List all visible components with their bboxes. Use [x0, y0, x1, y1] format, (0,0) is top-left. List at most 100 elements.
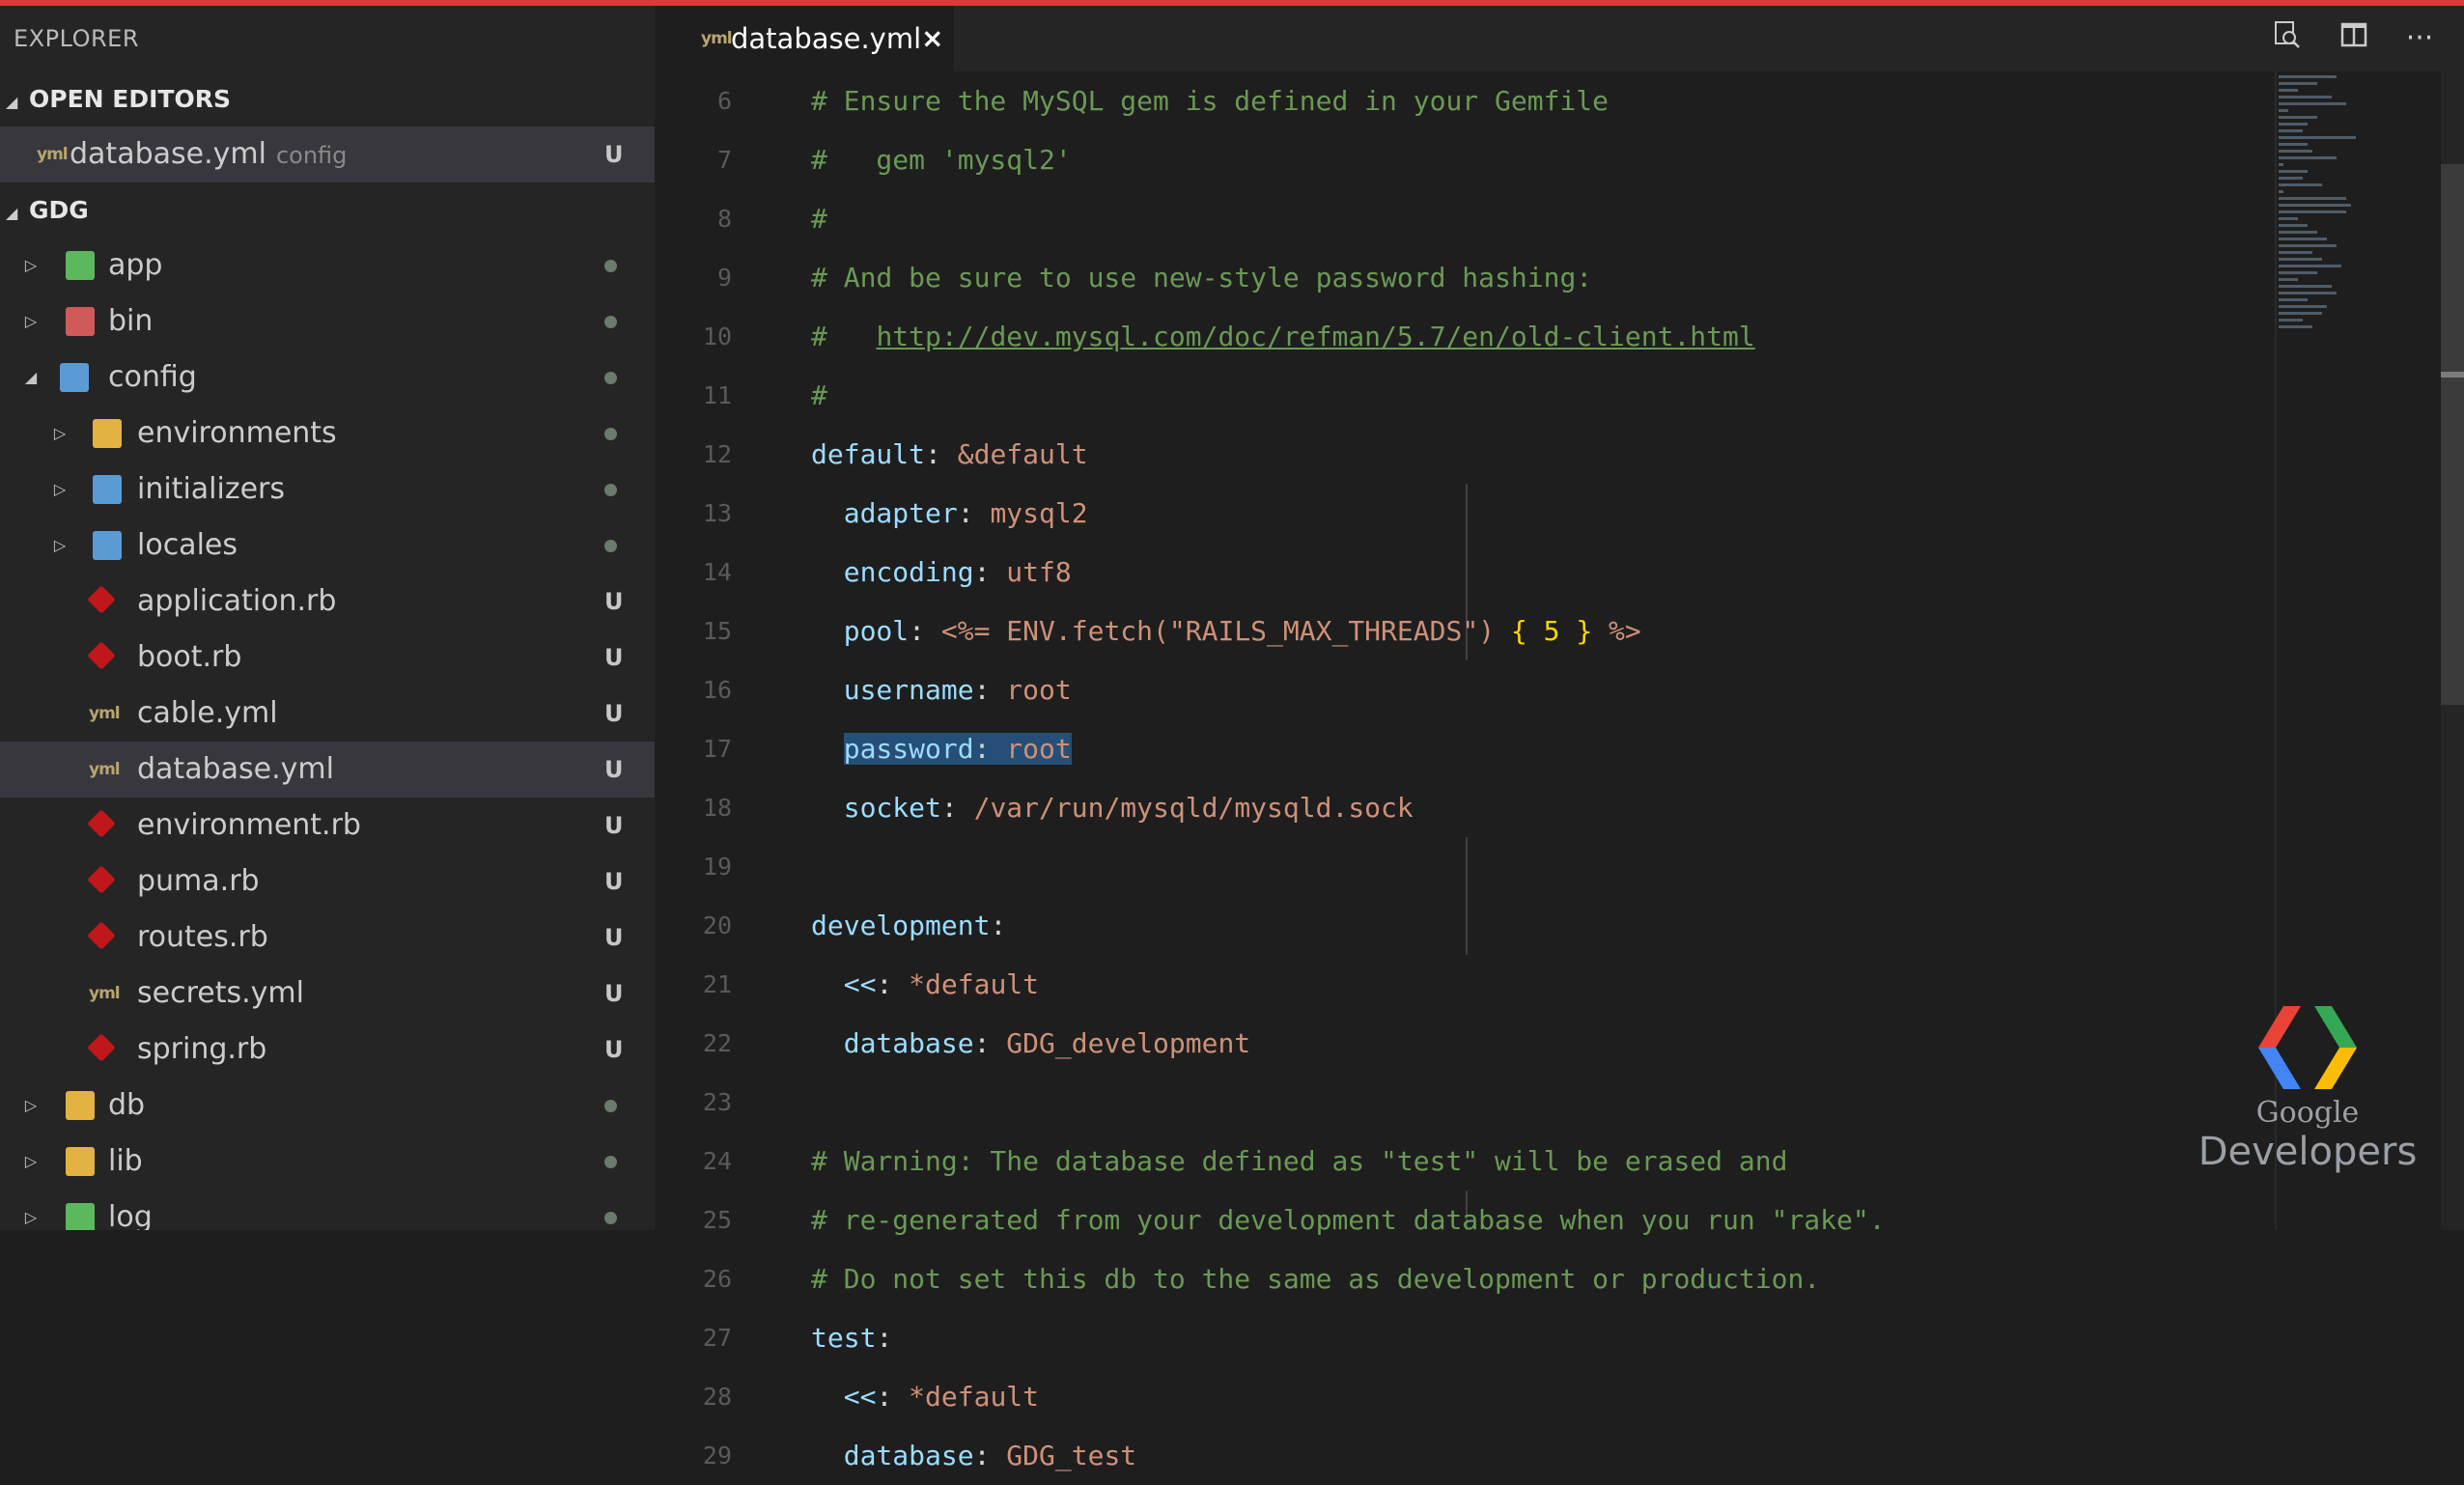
minimap-line [2279, 298, 2308, 301]
tree-item-label: lib [108, 1144, 143, 1178]
doc-link[interactable]: http://dev.mysql.com/doc/refman/5.7/en/o… [876, 321, 1754, 352]
code-line-25: # re-generated from your development dat… [811, 1204, 1886, 1236]
tree-item-puma-rb[interactable]: puma.rb U [0, 854, 655, 910]
open-changes-icon[interactable] [2267, 19, 2306, 58]
line-number: 26 [702, 1265, 732, 1293]
tree-item-environment-rb[interactable]: environment.rb U [0, 798, 655, 854]
minimap-line [2279, 123, 2308, 126]
tree-item-initializers[interactable]: ▷ initializers [0, 462, 655, 518]
ruby-file-icon [87, 865, 118, 896]
code-line-21: <<: *default [843, 968, 1040, 1000]
minimap-line [2279, 177, 2303, 180]
chevron-right-icon: ▷ [24, 312, 38, 330]
git-status-badge: U [604, 868, 624, 895]
status-dot [604, 540, 617, 552]
line-number: 20 [702, 911, 732, 939]
tree-item-label: puma.rb [137, 864, 260, 898]
code-line-13: adapter: mysql2 [843, 497, 1088, 529]
folder-config-icon [60, 363, 89, 392]
open-editors-header[interactable]: ◢ OPEN EDITORS [0, 71, 655, 126]
code-line-16: username: root [843, 674, 1072, 706]
minimap-line [2279, 238, 2327, 240]
scrollbar-marker [2441, 372, 2464, 378]
ruby-file-icon [87, 921, 118, 952]
minimap-line [2279, 136, 2356, 139]
code-line-28: <<: *default [843, 1381, 1040, 1413]
minimap-line [2279, 75, 2337, 78]
tab-label: database.yml [731, 22, 922, 55]
open-editor-item[interactable]: yml database.yml config U [0, 126, 655, 182]
line-number: 28 [702, 1383, 732, 1411]
tree-item-label: config [108, 360, 197, 394]
minimap-line [2279, 305, 2327, 308]
tree-item-locales[interactable]: ▷ locales [0, 518, 655, 574]
status-dot [604, 372, 617, 384]
status-dot [604, 484, 617, 496]
code-line-17: password: root [811, 719, 1886, 778]
watermark-developers: Developers [2198, 1130, 2418, 1174]
folder-lib-icon [66, 1147, 95, 1176]
tree-item-application-rb[interactable]: application.rb U [0, 574, 655, 630]
tree-item-cable-yml[interactable]: yml cable.yml U [0, 686, 655, 742]
selection-highlight: password: root [843, 733, 1072, 765]
status-dot [604, 1100, 617, 1112]
minimap-line [2279, 82, 2317, 85]
tree-item-lib[interactable]: ▷ lib [0, 1134, 655, 1190]
yml-file-icon: yml [89, 704, 121, 723]
chevron-down-icon: ◢ [24, 368, 38, 386]
tree-item-database-yml[interactable]: yml database.yml U [0, 742, 655, 798]
minimap-line [2279, 183, 2322, 186]
tree-item-bin[interactable]: ▷ bin [0, 294, 655, 350]
line-number: 11 [702, 381, 732, 409]
tree-item-config[interactable]: ◢ config [0, 350, 655, 406]
scrollbar-thumb[interactable] [2441, 164, 2464, 705]
minimap-line [2279, 150, 2312, 153]
tab-database-yml[interactable]: yml database.yml × [655, 6, 954, 71]
line-number-gutter: 6 7 8 9 10 11 12 13 14 15 16 17 18 19 20 21 22 23 24 25 26 27… [655, 71, 770, 1485]
minimap-line [2279, 258, 2322, 261]
tree-item-spring-rb[interactable]: spring.rb U [0, 1022, 655, 1078]
chevron-right-icon: ▷ [24, 1096, 38, 1114]
close-icon[interactable]: × [921, 6, 943, 71]
tree-item-secrets-yml[interactable]: yml secrets.yml U [0, 966, 655, 1022]
git-status-badge: U [604, 141, 624, 168]
code-line-22: database: GDG_development [843, 1027, 1251, 1059]
explorer-title: EXPLORER [14, 25, 139, 52]
tree-item-label: locales [137, 528, 238, 562]
tree-item-routes-rb[interactable]: routes.rb U [0, 910, 655, 966]
git-status-badge: U [604, 812, 624, 839]
chevron-right-icon: ▷ [24, 1208, 38, 1226]
minimap-line [2279, 210, 2346, 213]
ruby-file-icon [87, 1033, 118, 1064]
status-dot [604, 316, 617, 328]
tree-item-label: log [108, 1200, 153, 1230]
line-number: 13 [702, 499, 732, 527]
more-actions-icon[interactable]: ··· [2400, 19, 2439, 58]
tree-item-environments[interactable]: ▷ environments [0, 406, 655, 462]
git-status-badge: U [604, 924, 624, 951]
minimap-line [2279, 231, 2317, 234]
tree-item-label: bin [108, 304, 154, 338]
tree-item-log[interactable]: ▷ log [0, 1190, 655, 1230]
project-header[interactable]: ◢ GDG [0, 182, 655, 238]
minimap-line [2279, 96, 2332, 98]
tree-item-boot-rb[interactable]: boot.rb U [0, 630, 655, 686]
code-line-20: development: [811, 910, 1007, 941]
folder-bin-icon [66, 307, 95, 336]
code-line-24: # Warning: The database defined as "test… [811, 1145, 1788, 1177]
minimap[interactable] [2279, 71, 2394, 361]
editor-tab-bar: yml database.yml × ··· [655, 6, 2464, 71]
line-number: 17 [702, 735, 732, 763]
minimap-line [2279, 217, 2298, 220]
chevron-right-icon: ▷ [53, 480, 67, 498]
yml-file-icon: yml [701, 29, 733, 48]
folder-initializers-icon [93, 475, 122, 504]
minimap-line [2279, 102, 2346, 105]
ruby-file-icon [87, 585, 118, 616]
tree-item-app[interactable]: ▷ app [0, 238, 655, 294]
code-line-15: pool: <%= ENV.fetch("RAILS_MAX_THREADS")… [843, 615, 1641, 647]
tree-item-db[interactable]: ▷ db [0, 1078, 655, 1134]
split-editor-icon[interactable] [2335, 19, 2373, 58]
